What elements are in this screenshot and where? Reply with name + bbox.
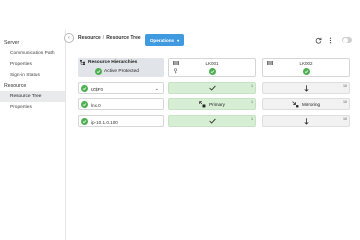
sidebar-item-resource-tree[interactable]: Resource Tree	[0, 91, 65, 102]
node-header-lk001[interactable]: LK001	[168, 58, 256, 77]
hierarchy-icon	[80, 60, 85, 65]
sidebar: Server Communication Path Properties Sig…	[0, 30, 66, 240]
check-circle-icon	[81, 101, 88, 109]
check-circle-icon	[81, 118, 88, 126]
check-circle-icon	[303, 68, 310, 75]
sidebar-item-communication-path[interactable]: Communication Path	[0, 48, 65, 59]
breadcrumb-item-resource[interactable]: Resource	[78, 35, 101, 41]
state-cell-standby[interactable]: Mirroring 10	[262, 98, 350, 110]
state-cell-active[interactable]: 1	[168, 115, 256, 127]
sidebar-item-resource-properties[interactable]: Properties	[0, 102, 65, 113]
arrow-down-icon	[303, 84, 309, 92]
resource-row[interactable]: lnx.0	[78, 98, 164, 110]
resource-hierarchies-header: Resource Hierarchies Active Protected	[78, 58, 164, 77]
more-vertical-icon[interactable]	[326, 36, 334, 44]
resource-row[interactable]: IZ$F0 ⌄	[78, 82, 164, 94]
breadcrumb: Resource / Resource Tree	[78, 35, 141, 41]
resource-label: lnx.0	[91, 102, 101, 108]
sidebar-item-server-properties[interactable]: Properties	[0, 59, 65, 70]
resource-row[interactable]: ip-10.1.0.100	[78, 115, 164, 127]
breadcrumb-separator: /	[102, 35, 105, 41]
mirror-target-icon	[292, 100, 299, 107]
arrow-down-icon	[303, 117, 309, 125]
node-name: LK001	[205, 61, 219, 66]
check-circle-icon	[81, 85, 88, 93]
hierarchy-status-label: Active Protected	[104, 68, 139, 74]
check-icon	[208, 118, 216, 124]
state-label: Primary	[209, 101, 225, 107]
sidebar-item-sign-in-status[interactable]: Sign-in Status	[0, 70, 65, 81]
breadcrumb-item-resource-tree: Resource Tree	[106, 35, 141, 41]
resource-hierarchies-title: Resource Hierarchies	[88, 59, 138, 65]
state-cell-standby[interactable]: 10	[262, 82, 350, 94]
hierarchy-status: Active Protected	[95, 67, 139, 75]
state-cell-standby[interactable]: 10	[262, 115, 350, 127]
node-header-lk002[interactable]: LK002	[262, 58, 350, 77]
key-icon	[173, 68, 178, 74]
resource-label: ip-10.1.0.100	[91, 119, 118, 125]
caret-down-icon: ▾	[177, 37, 180, 43]
priority-label: 10	[343, 83, 347, 88]
priority-label: 10	[343, 99, 347, 104]
operations-label: Operations	[149, 37, 175, 43]
view-toggle-switch[interactable]	[342, 37, 352, 43]
topbar: Resource / Resource Tree Operations ▾	[66, 30, 360, 50]
sidebar-group-server: Server	[4, 40, 20, 46]
node-name: LK002	[299, 61, 313, 66]
chevron-left-icon: ‹	[68, 35, 70, 41]
priority-label: 1	[251, 83, 253, 88]
priority-label: 1	[251, 99, 253, 104]
priority-label: 1	[251, 116, 253, 121]
operations-button[interactable]: Operations ▾	[145, 34, 184, 46]
mirror-source-icon	[199, 100, 206, 107]
state-cell-active[interactable]: Primary 1	[168, 98, 256, 110]
check-circle-icon	[95, 67, 102, 75]
state-cell-active[interactable]: 1	[168, 82, 256, 94]
priority-label: 10	[343, 116, 347, 121]
check-circle-icon	[209, 68, 216, 75]
resource-label: IZ$F0	[91, 86, 103, 92]
state-label: Mirroring	[301, 101, 321, 107]
chevron-down-icon[interactable]: ⌄	[155, 86, 159, 92]
sidebar-collapse-button[interactable]: ‹	[64, 33, 74, 43]
sidebar-group-resource: Resource	[4, 83, 27, 89]
check-icon	[208, 85, 216, 91]
app-root: Server Communication Path Properties Sig…	[0, 0, 360, 240]
refresh-icon[interactable]	[314, 36, 322, 44]
